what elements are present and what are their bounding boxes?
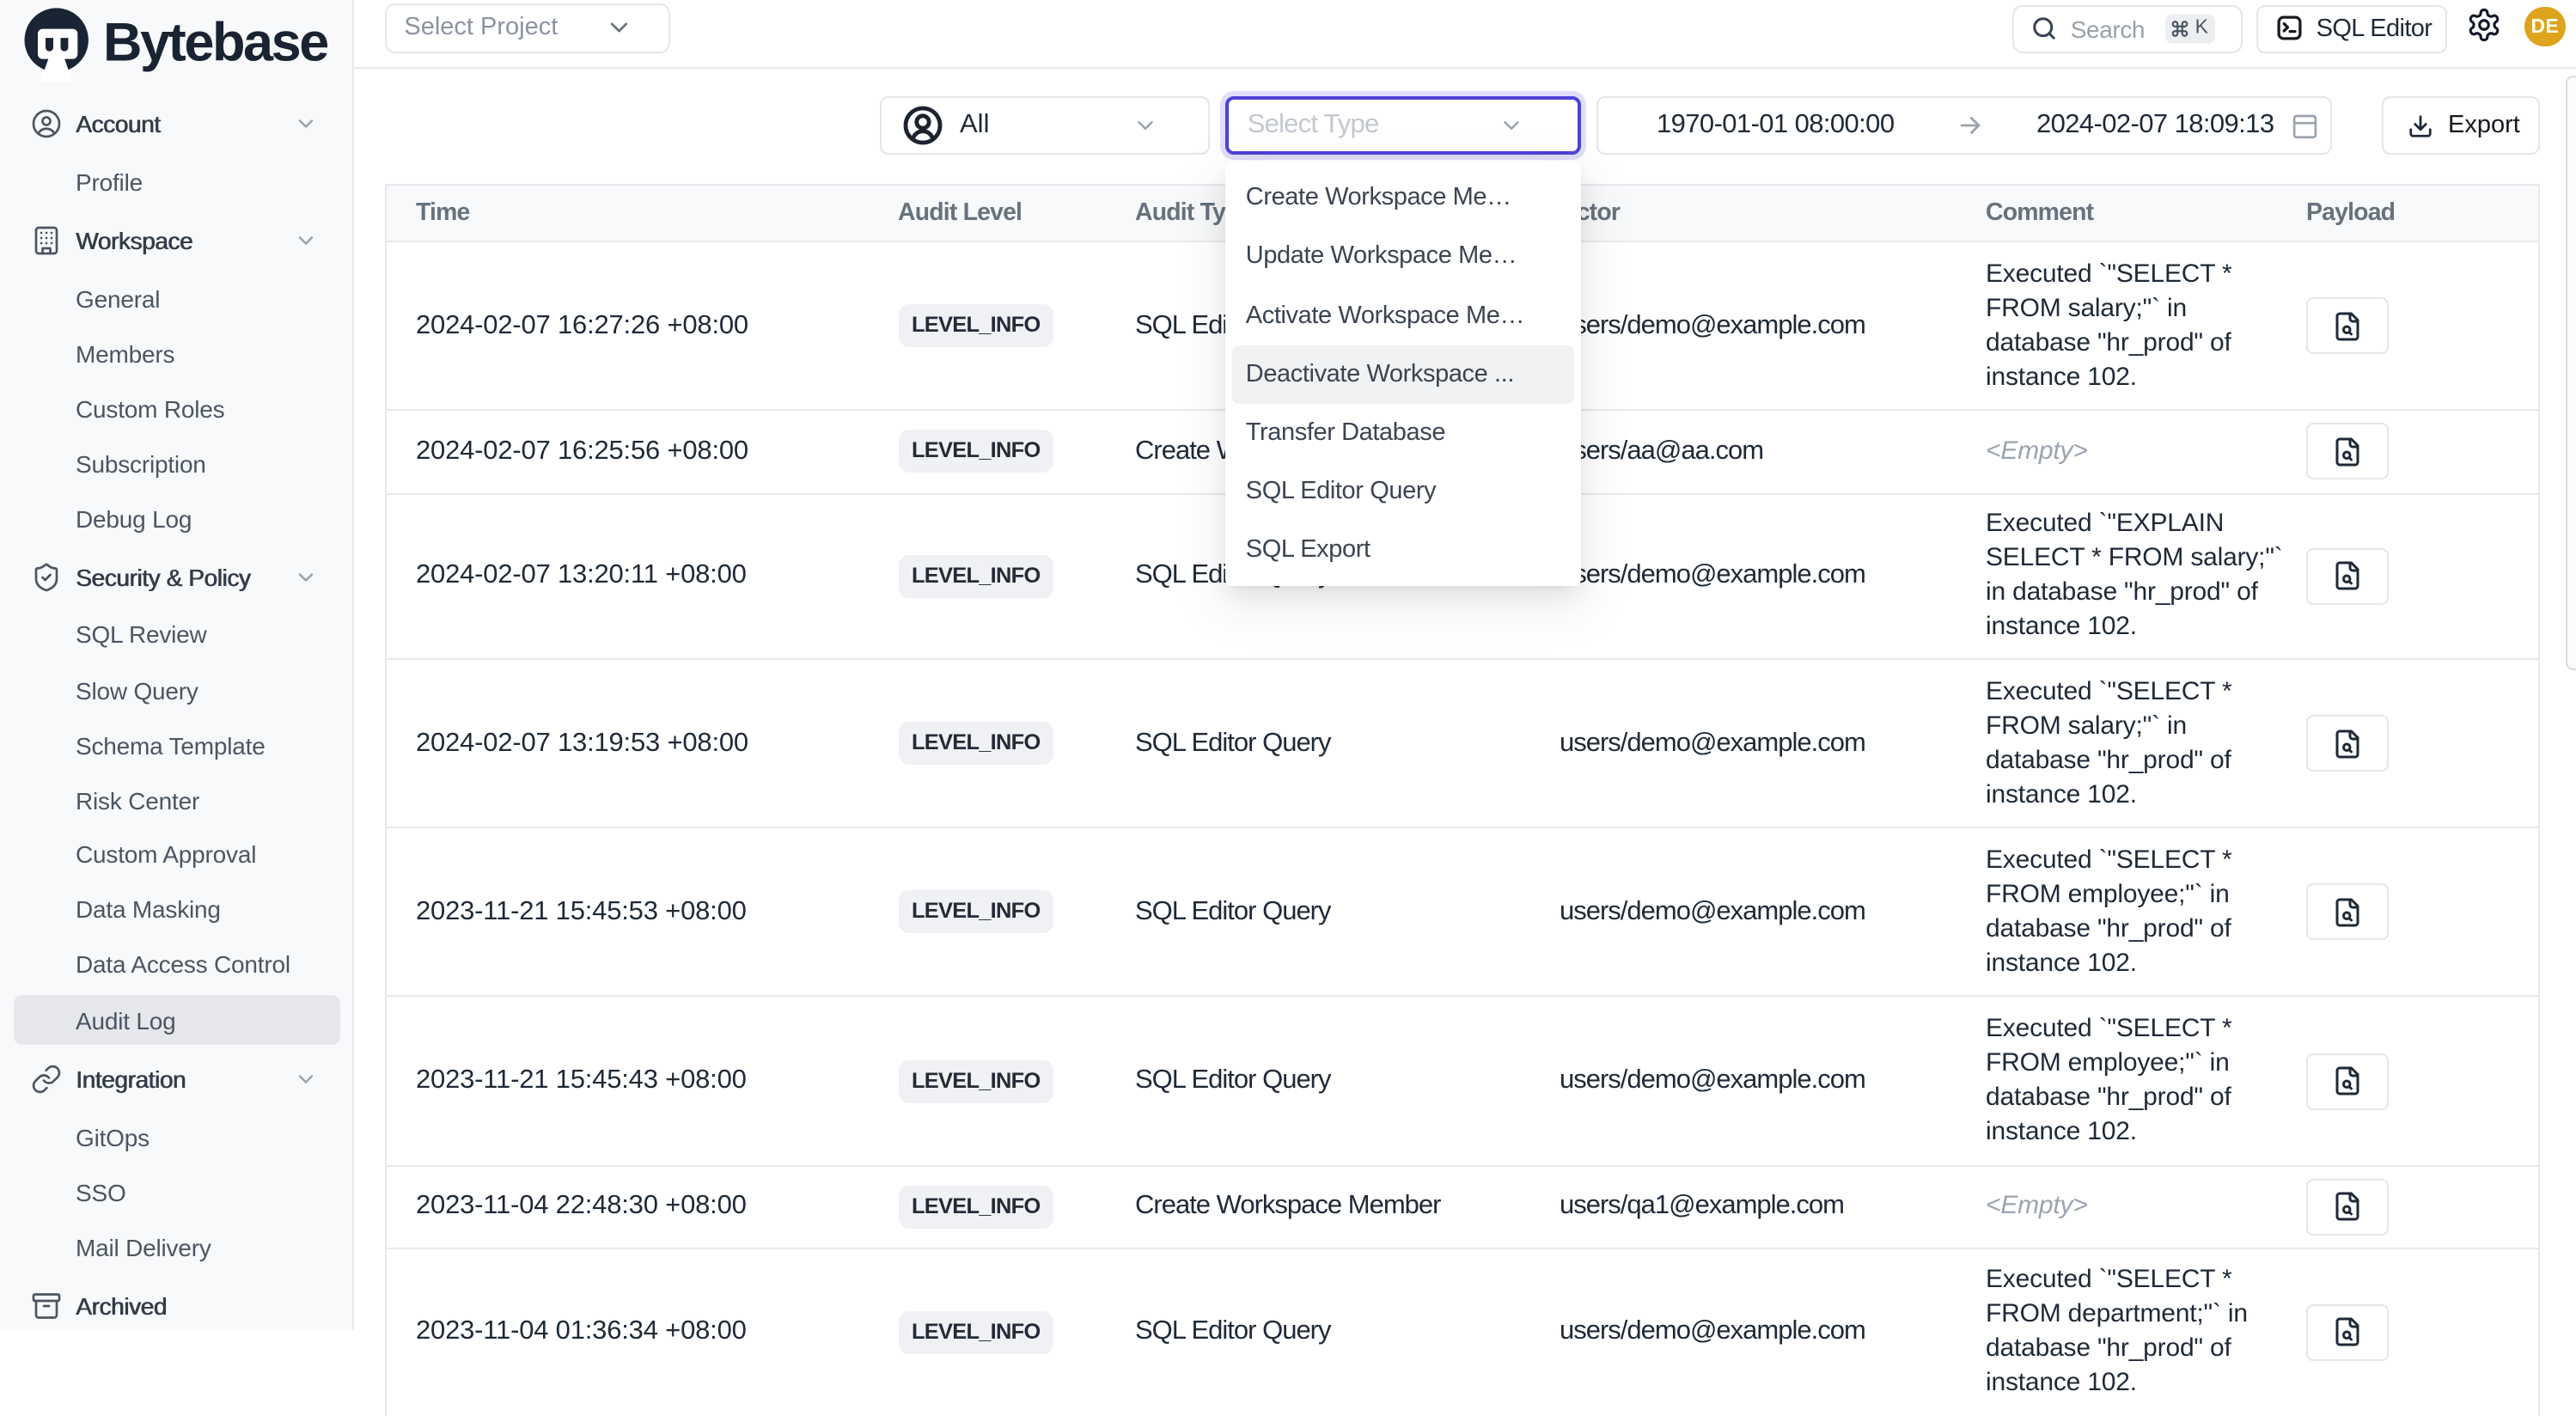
svg-text:Bytebase: Bytebase [103,12,327,72]
